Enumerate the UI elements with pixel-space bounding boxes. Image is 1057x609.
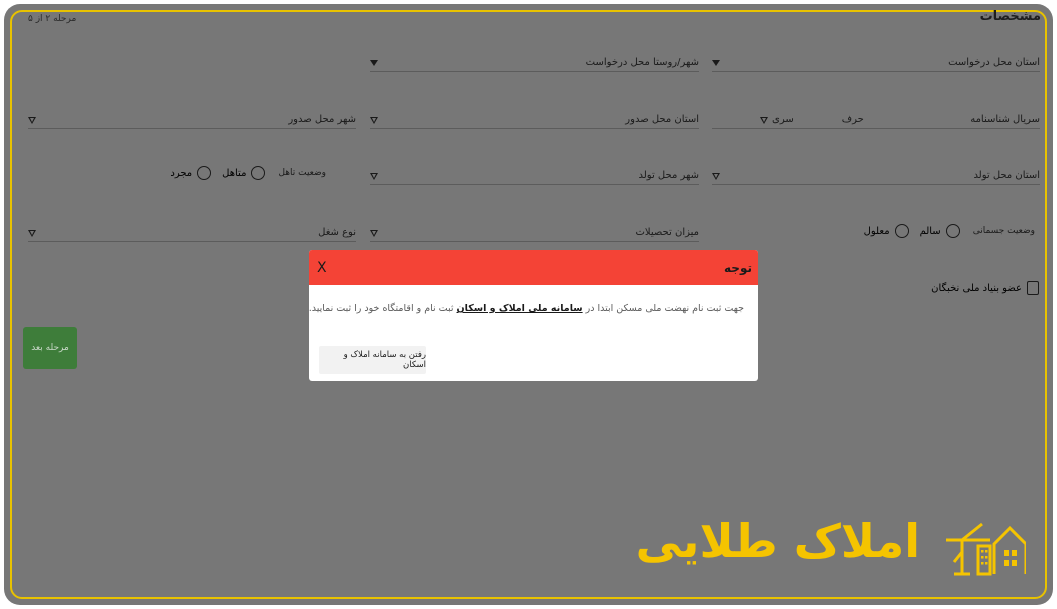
chevron-down-icon [370, 230, 379, 237]
issue-province-label: استان محل صدور [625, 114, 699, 125]
chevron-down-icon [370, 173, 379, 180]
job-type-label: نوع شغل [318, 227, 356, 238]
birth-city-label: شهر محل تولد [638, 170, 700, 181]
modal-message-end: ثبت نام و اقامتگاه خود را ثبت نمایید. [309, 303, 454, 314]
birth-city-select[interactable]: شهر محل تولد [370, 165, 699, 185]
modal-message: جهت ثبت نام نهضت ملی مسکن ابتدا در سامان… [309, 303, 744, 314]
house-crane-icon [946, 522, 1026, 576]
chevron-down-icon [28, 117, 37, 124]
next-step-button[interactable]: مرحله بعد [23, 327, 77, 369]
request-province-label: استان محل درخواست [948, 57, 1040, 68]
issue-province-select[interactable]: استان محل صدور [370, 109, 699, 129]
chevron-down-icon [712, 60, 720, 66]
brand-logo: املاک طلایی [636, 512, 1030, 578]
id-serial-label: سریال شناسنامه [970, 114, 1040, 125]
physical-status-label: وضعیت جسمانی [972, 226, 1035, 236]
birth-province-select[interactable]: استان محل تولد [712, 165, 1040, 185]
marital-status-group: وضعیت تاهل متاهل مجرد [170, 166, 326, 180]
chevron-down-icon [712, 173, 721, 180]
modal-title: توجه [724, 260, 752, 275]
single-radio[interactable] [197, 166, 212, 180]
logo-text: املاک طلایی [635, 514, 922, 568]
series-label: سری [772, 114, 794, 125]
modal-message-start: جهت ثبت نام نهضت ملی مسکن ابتدا در [585, 303, 744, 314]
issue-city-label: شهر محل صدور [288, 114, 356, 125]
id-serial-field[interactable]: سریال شناسنامه حرف سری [712, 109, 1040, 129]
series-select[interactable]: سری [760, 114, 794, 125]
go-to-portal-button[interactable]: رفتن به سامانه املاک و اسکان [319, 346, 426, 374]
physical-status-group: وضعیت جسمانی سالم معلول [864, 224, 1035, 238]
healthy-label: سالم [919, 225, 941, 237]
alert-modal: توجه X جهت ثبت نام نهضت ملی مسکن ابتدا د… [309, 250, 758, 381]
elite-member-checkbox-row[interactable]: عضو بنیاد ملی نخبگان [931, 281, 1039, 295]
married-radio[interactable] [251, 166, 266, 180]
step-indicator: مرحله ۲ از ۵ [28, 14, 77, 24]
modal-header: توجه X [309, 250, 758, 285]
chevron-down-icon [760, 117, 769, 124]
elite-member-checkbox[interactable] [1027, 281, 1039, 295]
disabled-radio[interactable] [894, 224, 909, 238]
elite-member-label: عضو بنیاد ملی نخبگان [931, 282, 1022, 294]
healthy-radio[interactable] [945, 224, 960, 238]
chevron-down-icon [370, 117, 379, 124]
request-city-select[interactable]: شهر/روستا محل درخواست [370, 52, 699, 72]
issue-city-select[interactable]: شهر محل صدور [28, 109, 356, 129]
marital-status-label: وضعیت تاهل [278, 168, 326, 178]
page-title: مشخصات [979, 9, 1041, 24]
disabled-label: معلول [863, 225, 890, 237]
chevron-down-icon [370, 60, 378, 66]
education-label: میزان تحصیلات [635, 227, 699, 238]
married-label: متاهل [222, 167, 247, 179]
chevron-down-icon [28, 230, 37, 237]
job-type-select[interactable]: نوع شغل [28, 222, 356, 242]
national-portal-link[interactable]: سامانه ملی املاک و اسکان [457, 303, 583, 314]
birth-province-label: استان محل تولد [973, 170, 1040, 181]
close-icon[interactable]: X [317, 260, 327, 276]
single-label: مجرد [170, 167, 193, 179]
request-province-select[interactable]: استان محل درخواست [712, 52, 1040, 72]
letter-label: حرف [841, 114, 864, 125]
request-city-label: شهر/روستا محل درخواست [585, 57, 699, 68]
education-select[interactable]: میزان تحصیلات [370, 222, 699, 242]
